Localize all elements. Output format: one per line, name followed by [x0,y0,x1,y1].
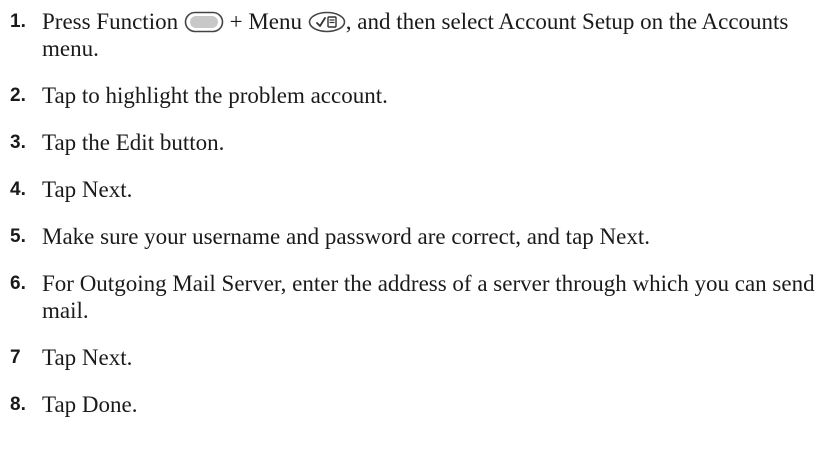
step-text: Tap to highlight the problem account. [42,83,388,108]
step-2: 2. Tap to highlight the problem account. [10,82,815,109]
step-number: 8. [10,394,26,415]
step-number: 7 [10,347,21,368]
step-6: 6. For Outgoing Mail Server, enter the a… [10,270,815,324]
step-text-part: + Menu [229,9,302,34]
step-number: 5. [10,226,26,247]
step-1: 1. Press Function + Menu , and then sele… [10,8,815,62]
step-number: 2. [10,85,26,106]
step-number: 6. [10,273,26,294]
step-number: 1. [10,11,26,32]
step-3: 3. Tap the Edit button. [10,129,815,156]
step-number: 4. [10,179,26,200]
step-8: 8. Tap Done. [10,391,815,418]
step-text-part: Press Function [42,9,179,34]
step-text: Make sure your username and password are… [42,224,650,249]
instruction-steps: 1. Press Function + Menu , and then sele… [10,8,815,418]
step-text: For Outgoing Mail Server, enter the addr… [42,271,815,323]
menu-key-icon [308,11,346,33]
function-key-icon [184,11,224,33]
step-text: Tap Next. [42,177,133,202]
step-7: 7 Tap Next. [10,344,815,371]
step-text: Tap Next. [42,345,133,370]
step-text: Tap Done. [42,392,138,417]
step-text: Tap the Edit button. [42,130,225,155]
step-5: 5. Make sure your username and password … [10,223,815,250]
step-number: 3. [10,132,26,153]
step-4: 4. Tap Next. [10,176,815,203]
